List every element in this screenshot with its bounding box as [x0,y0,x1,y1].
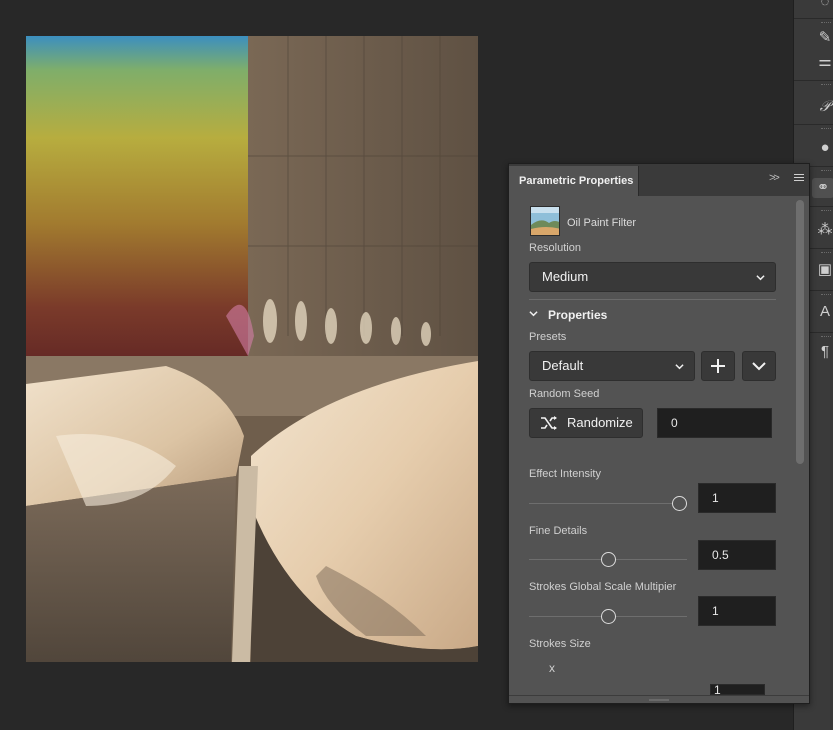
canvas-image[interactable] [26,36,478,662]
properties-section-header[interactable]: Properties [529,308,607,322]
strokes-size-label: Strokes Size [529,638,591,650]
color-icon[interactable]: ● [816,138,833,158]
add-preset-button[interactable] [701,351,735,381]
channels-icon[interactable]: ⁂ [816,220,833,240]
history-icon[interactable]: ◌ [816,0,833,12]
randomize-label: Randomize [567,415,633,430]
gradient-icon[interactable]: ▣ [816,260,833,280]
effect-intensity-slider-knob[interactable] [671,496,687,511]
strokes-size-x-field[interactable]: 1 [710,684,765,695]
fine-details-slider-knob[interactable] [600,552,616,567]
filter-thumbnail [530,206,560,236]
panel-scrollbar[interactable] [796,200,804,464]
collapse-icon[interactable]: >> [769,172,780,184]
photoshop-workspace: ◌ ✎ ⚌ 𝒫 ● ⚭ ⁂ ▣ A ¶ Parametric Propertie… [0,0,833,730]
chevron-down-icon [752,362,766,371]
random-seed-field[interactable]: 0 [657,408,772,438]
panel-footer-divider [509,695,809,696]
shuffle-icon [541,416,557,430]
chevron-down-icon [756,275,765,281]
resolution-dropdown[interactable]: Medium [529,262,776,292]
presets-label: Presets [529,331,567,343]
strokes-scale-slider-knob[interactable] [600,609,616,624]
fine-details-label: Fine Details [529,525,588,537]
chevron-down-icon [675,364,684,370]
parametric-properties-panel: Parametric Properties >> Oil Paint Filte… [508,163,810,704]
panel-header: Parametric Properties >> [509,164,809,196]
paragraph-style-icon[interactable]: 𝒫 [816,96,833,116]
strokes-size-x-label: x [549,661,555,675]
character-icon[interactable]: A [816,302,833,322]
plus-icon [711,359,725,373]
effect-intensity-field[interactable]: 1 [698,483,776,513]
strokes-scale-label: Strokes Global Scale Multipier [529,581,677,593]
preset-options-button[interactable] [742,351,776,381]
effect-intensity-label: Effect Intensity [529,468,601,480]
randomize-button[interactable]: Randomize [529,408,643,438]
presets-value: Default [542,358,584,373]
adjust-icon[interactable]: ⚌ [816,52,833,72]
fine-details-field[interactable]: 0.5 [698,540,776,570]
panel-resize-grip[interactable] [649,699,669,701]
filter-name: Oil Paint Filter [567,217,637,229]
panel-tab[interactable]: Parametric Properties [509,166,639,196]
resolution-label: Resolution [529,242,581,254]
strokes-scale-field[interactable]: 1 [698,596,776,626]
resolution-value: Medium [542,269,589,284]
properties-section-label: Properties [548,308,608,322]
paragraph-icon[interactable]: ¶ [816,342,833,362]
brush-settings-icon[interactable]: ✎ [816,28,833,48]
random-seed-label: Random Seed [529,388,600,400]
chevron-down-icon [529,311,538,317]
panel-menu-icon[interactable] [794,174,804,183]
effect-intensity-slider[interactable] [529,503,687,504]
parametric-filter-icon[interactable]: ⚭ [812,178,833,198]
presets-dropdown[interactable]: Default [529,351,695,381]
divider [529,299,776,300]
